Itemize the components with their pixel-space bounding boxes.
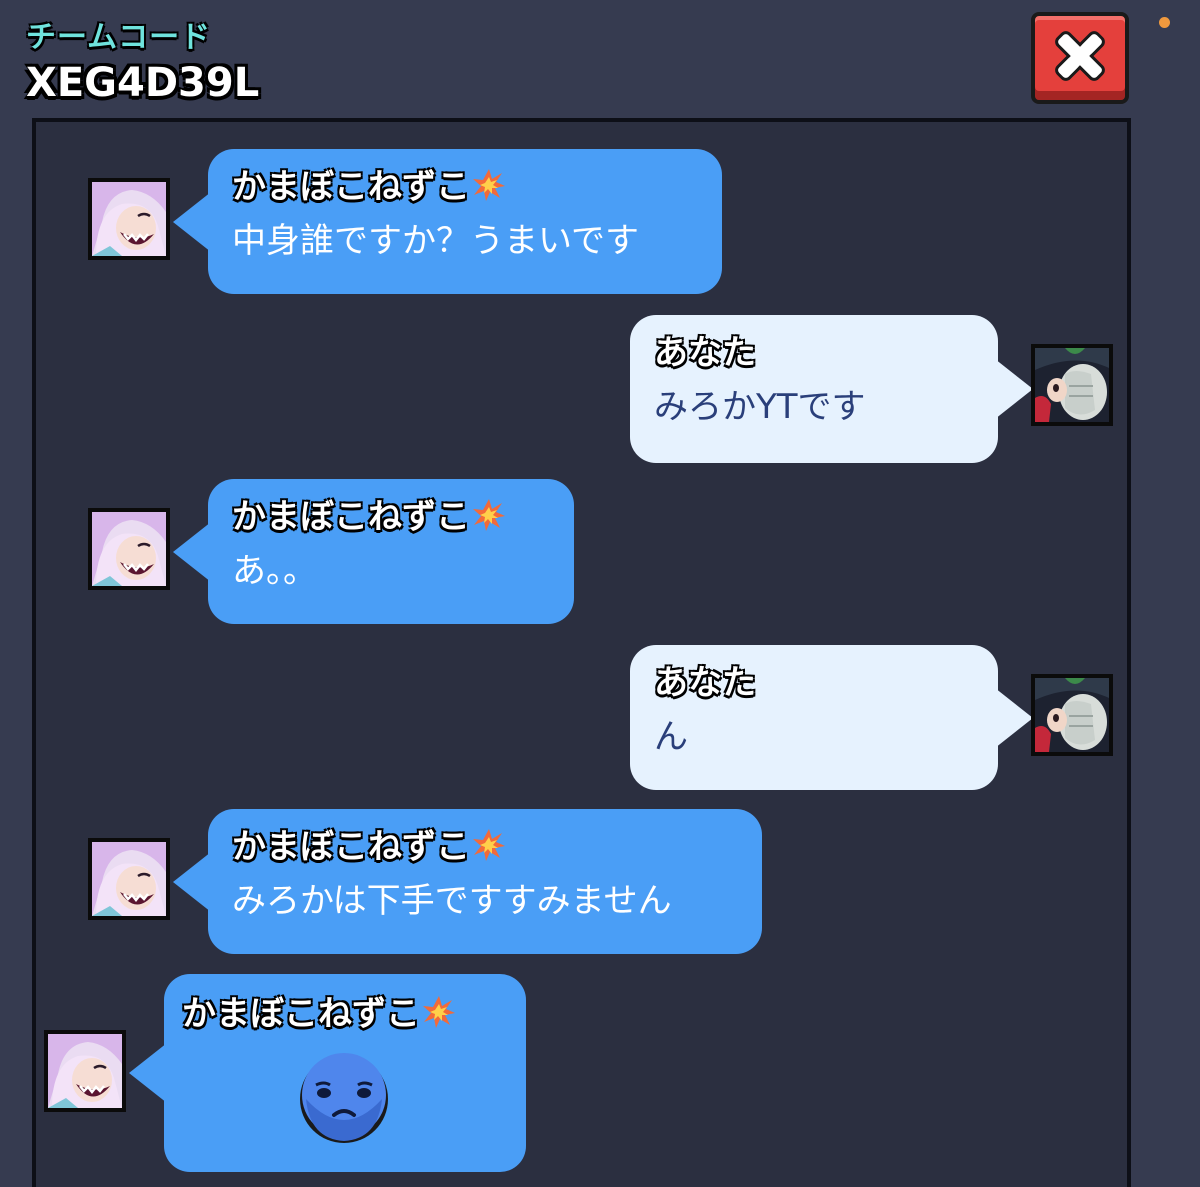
sender-name: かまぼこねずこ	[232, 159, 506, 208]
sender-name-text: かまぼこねずこ	[232, 167, 470, 207]
team-code-label: チームコード	[26, 20, 212, 55]
collision-burst-icon	[473, 499, 505, 531]
team-chat-screen: チームコード XEG4D39L かまぼこねずこ 中身誰ですか？うまいです あなた…	[0, 0, 1200, 1187]
message-text: 中身誰ですか？うまいです	[232, 221, 639, 261]
avatar-me[interactable]	[1031, 344, 1113, 426]
pink-hair-character-portrait-icon	[48, 1034, 122, 1108]
bubble-tail	[129, 1043, 167, 1103]
chat-panel[interactable]: かまぼこねずこ 中身誰ですか？うまいです あなた みろかYTです かまぼこねずこ…	[32, 118, 1131, 1187]
collision-burst-icon	[473, 829, 505, 861]
masked-character-portrait-icon	[1035, 678, 1109, 752]
message-bubble[interactable]: かまぼこねずこ あ。。	[173, 479, 574, 624]
bubble-tail	[995, 687, 1033, 748]
sender-name-text: かまぼこねずこ	[232, 497, 470, 537]
message-text: あ。。	[232, 551, 317, 591]
pink-hair-character-portrait-icon	[92, 512, 166, 586]
sender-name-text: かまぼこねずこ	[182, 994, 420, 1034]
message-bubble[interactable]: かまぼこねずこ 中身誰ですか？うまいです	[173, 149, 722, 294]
sender-name: かまぼこねずこ	[232, 819, 506, 868]
bubble-tail	[173, 521, 211, 582]
pink-hair-character-portrait-icon	[92, 842, 166, 916]
avatar-kamaboko[interactable]	[88, 508, 170, 590]
message-text: みろかは下手ですすみません	[232, 881, 672, 921]
avatar-kamaboko[interactable]	[44, 1030, 126, 1112]
masked-character-portrait-icon	[1035, 348, 1109, 422]
sad-face-pin-icon	[300, 1053, 388, 1143]
avatar-me[interactable]	[1031, 674, 1113, 756]
message-text: みろかYTです	[654, 387, 866, 427]
bubble-tail	[173, 191, 211, 252]
avatar-kamaboko[interactable]	[88, 838, 170, 920]
bubble-tail	[995, 359, 1033, 419]
avatar-kamaboko[interactable]	[88, 178, 170, 260]
sender-name-text: かまぼこねずこ	[232, 827, 470, 867]
sender-name: あなた	[654, 663, 756, 703]
sender-name: かまぼこねずこ	[232, 489, 506, 538]
message-text: ん	[654, 717, 688, 757]
collision-burst-icon	[423, 996, 455, 1028]
sender-name: あなた	[654, 333, 756, 373]
close-x-icon	[1055, 31, 1105, 81]
sender-name: かまぼこねずこ	[182, 986, 456, 1035]
message-bubble-pin[interactable]: かまぼこねずこ	[129, 974, 526, 1172]
bubble-tail	[173, 851, 211, 912]
message-bubble-mine[interactable]: あなた ん	[630, 645, 1033, 790]
message-bubble-mine[interactable]: あなた みろかYTです	[630, 315, 1033, 463]
team-code-value[interactable]: XEG4D39L	[26, 60, 259, 106]
message-bubble[interactable]: かまぼこねずこ みろかは下手ですすみません	[173, 809, 762, 954]
pink-hair-character-portrait-icon	[92, 182, 166, 256]
close-button[interactable]	[1031, 12, 1129, 104]
collision-burst-icon	[473, 169, 505, 201]
notification-dot	[1159, 17, 1170, 28]
